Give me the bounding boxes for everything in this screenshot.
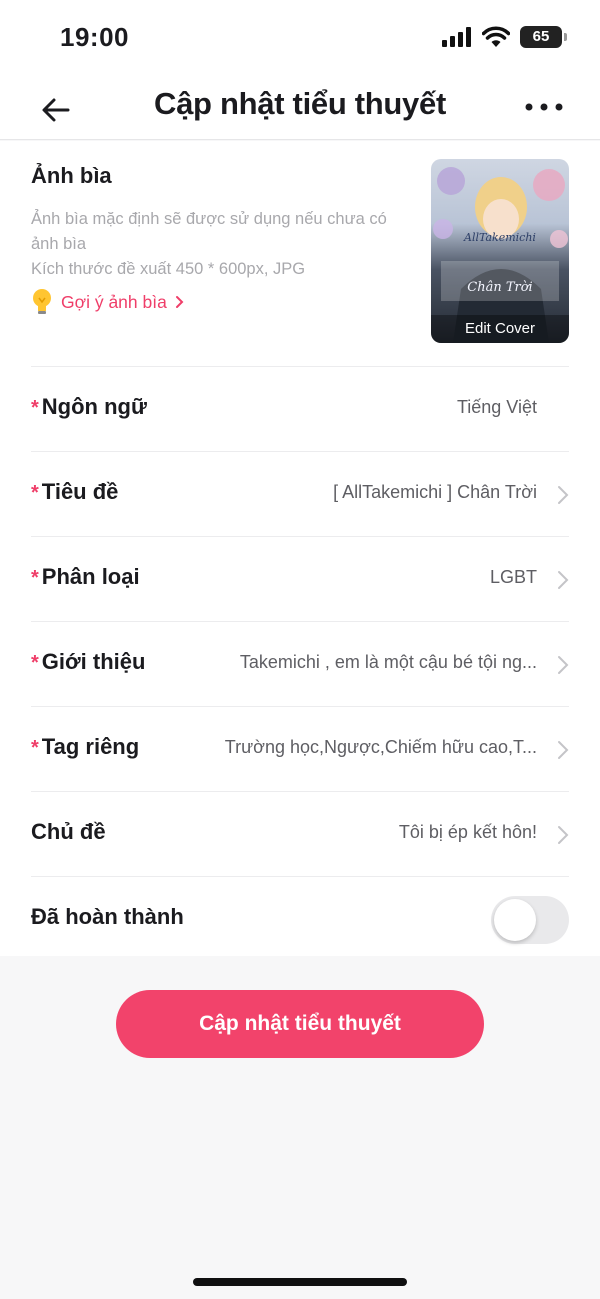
chevron-right-icon [558,826,569,844]
chevron-right-icon [558,656,569,674]
ellipsis-icon[interactable] [524,100,564,114]
cover-suggestion-label: Gợi ý ảnh bìa [61,291,167,312]
page-title: Cập nhật tiểu thuyết [154,86,446,121]
cover-size-hint: Kích thước đề xuất 450 * 600px, JPG [31,260,306,278]
update-novel-button[interactable]: Cập nhật tiểu thuyết [116,990,484,1058]
edit-cover-label: Edit Cover [431,315,569,343]
status-icons: 65 [442,26,567,48]
row-tags-text: Tag riêng [41,734,140,759]
cover-section: Ảnh bìa Ảnh bìa mặc định sẽ được sử dụng… [0,141,600,366]
cover-art-title: AllTakemichi [463,231,536,244]
required-mark: * [31,737,39,759]
row-introduction-label: * Giới thiệu [31,649,145,675]
battery-indicator: 65 [520,26,567,48]
cover-suggestion-link[interactable]: Gợi ý ảnh bìa [31,288,185,316]
row-tags[interactable]: * Tag riêng Trường học,Ngược,Chiếm hữu c… [0,707,600,791]
row-introduction-value: Takemichi , em là một cậu bé tội ng... [239,652,537,672]
toggle-knob [494,899,536,941]
status-time: 19:00 [60,22,129,52]
row-introduction-text: Giới thiệu [41,649,146,674]
required-mark: * [31,652,39,674]
cover-description: Ảnh bìa mặc định sẽ được sử dụng nếu chư… [31,207,416,282]
row-title-label: * Tiêu đề [31,479,118,505]
status-bar: 19:00 65 [0,0,600,80]
lightbulb-icon [33,289,51,314]
row-tags-label: * Tag riêng [31,734,139,760]
row-theme-text: Chủ đề [31,819,106,844]
row-title-text: Tiêu đề [41,479,119,504]
wifi-icon [482,26,510,47]
cover-label: Ảnh bìa [31,163,112,188]
chevron-right-icon [558,741,569,759]
novel-form: Ảnh bìa Ảnh bìa mặc định sẽ được sử dụng… [0,141,600,956]
home-indicator[interactable] [193,1278,407,1286]
row-theme-value: Tôi bị ép kết hôn! [398,822,537,842]
row-tags-value: Trường học,Ngược,Chiếm hữu cao,T... [224,737,537,757]
row-completed-label: Đã hoàn thành [31,904,184,930]
row-completed: Đã hoàn thành [0,877,600,961]
completed-toggle[interactable] [491,896,569,944]
signal-icon [442,27,471,47]
row-completed-text: Đã hoàn thành [31,904,184,929]
cover-default-note: Ảnh bìa mặc định sẽ được sử dụng nếu chư… [31,210,387,253]
cover-image[interactable]: AllTakemichi Chân Trời Edit Cover [431,159,569,343]
row-theme[interactable]: Chủ đề Tôi bị ép kết hôn! [0,792,600,876]
required-mark: * [31,482,39,504]
nav-bar: Cập nhật tiểu thuyết [0,80,600,140]
row-title-value: [ AllTakemichi ] Chân Trời [333,482,537,502]
row-theme-label: Chủ đề [31,819,106,845]
row-introduction[interactable]: * Giới thiệu Takemichi , em là một cậu b… [0,622,600,706]
row-language-value: Tiếng Việt [456,397,537,417]
chevron-right-icon [558,486,569,504]
cover-art-subtitle: Chân Trời [467,280,532,295]
row-title[interactable]: * Tiêu đề [ AllTakemichi ] Chân Trời [0,452,600,536]
chevron-right-icon [558,571,569,589]
chevron-right-icon [175,296,184,308]
required-mark: * [31,567,39,589]
row-category-label: * Phân loại [31,564,140,590]
row-language-text: Ngôn ngữ [41,394,147,419]
row-language[interactable]: * Ngôn ngữ Tiếng Việt [0,367,600,451]
row-category[interactable]: * Phân loại LGBT [0,537,600,621]
row-category-value: LGBT [489,567,537,587]
required-mark: * [31,397,39,419]
row-language-label: * Ngôn ngữ [31,394,147,420]
row-category-text: Phân loại [41,564,140,589]
